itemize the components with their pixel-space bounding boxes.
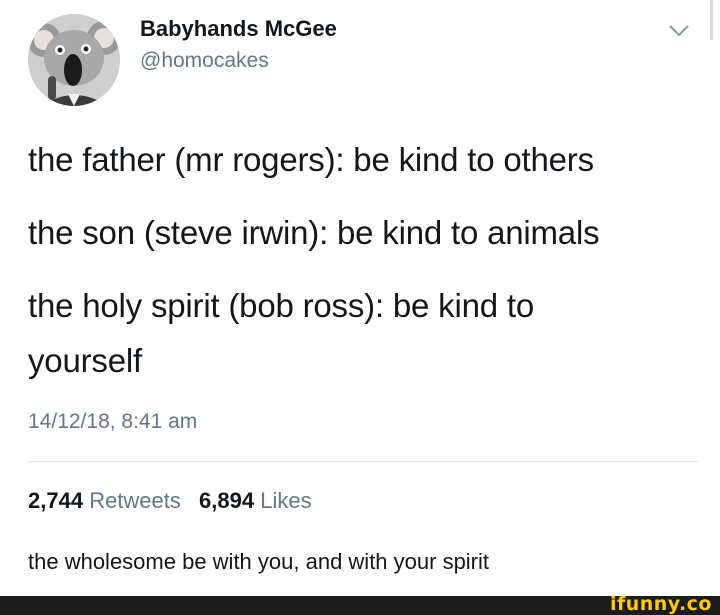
divider [28, 461, 698, 462]
tweet-timestamp[interactable]: 14/12/18, 8:41 am [28, 410, 197, 434]
user-handle[interactable]: @homocakes [140, 49, 269, 73]
meme-caption: the wholesome be with you, and with your… [28, 549, 490, 574]
koala-avatar-icon [28, 14, 120, 106]
display-name[interactable]: Babyhands McGee [140, 16, 337, 42]
tweet-text-line: yourself [28, 342, 142, 379]
tweet-text-line: the son (steve irwin): be kind to animal… [28, 214, 600, 251]
ifunny-watermark-logo: ifunny.co [609, 593, 712, 615]
chevron-down-icon[interactable] [668, 22, 690, 38]
tweet-text-line: the father (mr rogers): be kind to other… [28, 141, 594, 178]
tweet-text-line: the holy spirit (bob ross): be kind to [28, 287, 534, 324]
avatar[interactable] [28, 14, 120, 106]
likes-label[interactable]: Likes [260, 488, 311, 513]
likes-count[interactable]: 6,894 [199, 488, 254, 513]
retweets-count[interactable]: 2,744 [28, 488, 83, 513]
tweet-card: Babyhands McGee @homocakes the father (m… [0, 0, 720, 596]
watermark-bar: ifunny.co [0, 593, 720, 615]
tweet-stats: 2,744 Retweets 6,894 Likes [28, 488, 312, 514]
retweets-label[interactable]: Retweets [89, 488, 181, 513]
scroll-edge [710, 0, 713, 40]
